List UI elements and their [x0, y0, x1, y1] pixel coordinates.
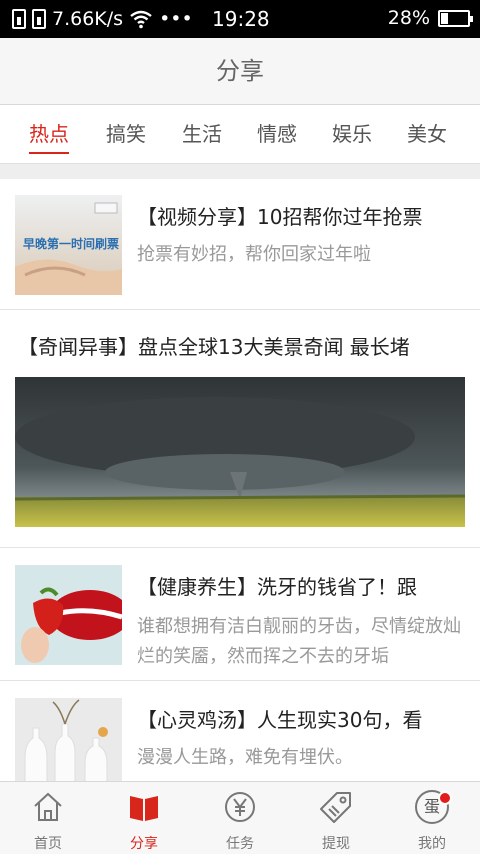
nav-withdraw[interactable]: 提现	[288, 782, 384, 854]
nav-label: 提现	[322, 836, 350, 852]
vases-image	[15, 698, 122, 781]
tab-entertainment[interactable]: 娱乐	[332, 105, 372, 164]
nav-mine[interactable]: 蛋 我的	[384, 782, 480, 854]
article-title: 【视频分享】10招帮你过年抢票	[137, 205, 423, 229]
tag-icon	[320, 792, 351, 823]
tab-life[interactable]: 生活	[182, 105, 222, 164]
status-bar: 7.66K/s ••• 19:28 28%	[0, 0, 480, 38]
title-bar: 分享	[0, 38, 480, 105]
strawberry-lips-image	[15, 565, 122, 665]
article-summary: 谁都想拥有洁白靓丽的牙齿，尽情绽放灿烂的笑靥，然而挥之不去的牙垢	[137, 616, 461, 667]
book-icon	[130, 796, 158, 821]
category-tabs: 热点 搞笑 生活 情感 娱乐 美女	[0, 105, 480, 164]
article-title: 【心灵鸡汤】人生现实30句，看	[137, 708, 423, 732]
thumb-caption: 早晚第一时间刷票	[23, 237, 120, 251]
page-title: 分享	[216, 57, 264, 85]
sim-card-icon	[32, 9, 46, 29]
bottom-navigation: 首页 分享 任务 提现 蛋 我的	[0, 781, 480, 854]
storm-field-image	[15, 377, 465, 527]
list-item[interactable]: 【奇闻异事】盘点全球13大美景奇闻 最长堵	[0, 310, 480, 548]
list-item[interactable]: 【心灵鸡汤】人生现实30句，看 漫漫人生路，难免有埋伏。	[0, 681, 480, 781]
list-item[interactable]: 早晚第一时间刷票 【视频分享】10招帮你过年抢票 抢票有妙招，帮你回家过年啦	[0, 179, 480, 310]
wifi-icon	[130, 10, 152, 29]
article-summary: 抢票有妙招，帮你回家过年啦	[137, 244, 371, 265]
notification-badge	[438, 791, 452, 805]
article-title: 【奇闻异事】盘点全球13大美景奇闻 最长堵	[18, 335, 410, 359]
battery-icon	[438, 9, 473, 27]
article-summary: 漫漫人生路，难免有埋伏。	[137, 747, 353, 768]
nav-tasks[interactable]: 任务	[192, 782, 288, 854]
yen-coin-icon	[225, 792, 255, 822]
nav-label: 分享	[130, 836, 158, 852]
network-speed: 7.66K/s	[52, 8, 124, 30]
hand-ticket-image: 早晚第一时间刷票	[15, 195, 122, 295]
nav-label: 任务	[226, 836, 254, 852]
tab-hot[interactable]: 热点	[29, 105, 69, 164]
home-icon	[34, 792, 62, 821]
tab-beauty[interactable]: 美女	[407, 105, 447, 164]
clock: 19:28	[212, 7, 270, 31]
sim-card-icon	[12, 9, 26, 29]
list-item[interactable]: 【健康养生】洗牙的钱省了！跟 谁都想拥有洁白靓丽的牙齿，尽情绽放灿烂的笑靥，然而…	[0, 548, 480, 681]
nav-label: 我的	[418, 836, 446, 852]
more-dots: •••	[159, 8, 193, 30]
tab-funny[interactable]: 搞笑	[106, 105, 146, 164]
tab-emotion[interactable]: 情感	[257, 105, 297, 164]
article-title: 【健康养生】洗牙的钱省了！跟	[137, 575, 417, 599]
article-feed[interactable]: 早晚第一时间刷票 【视频分享】10招帮你过年抢票 抢票有妙招，帮你回家过年啦 【…	[0, 179, 480, 781]
battery-percent: 28%	[387, 7, 430, 29]
nav-label: 首页	[34, 836, 62, 852]
nav-share[interactable]: 分享	[96, 782, 192, 854]
nav-home[interactable]: 首页	[0, 782, 96, 854]
